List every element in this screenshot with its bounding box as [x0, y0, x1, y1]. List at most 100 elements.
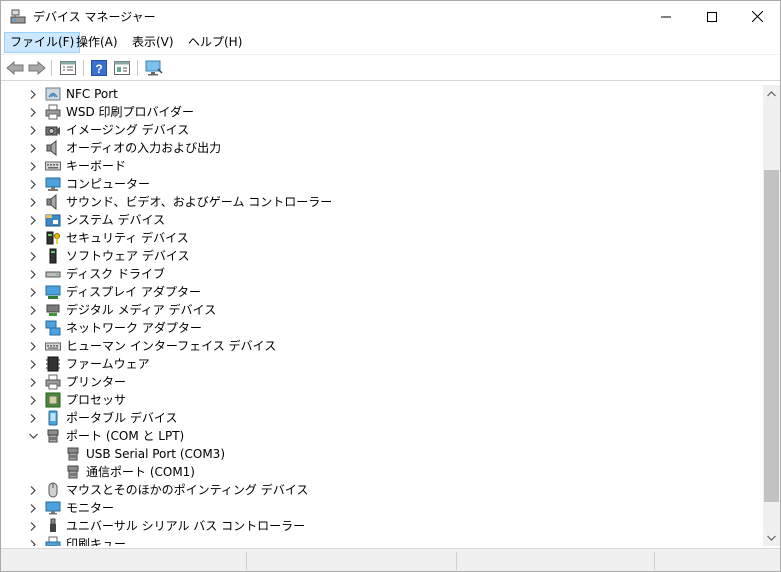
scroll-thumb[interactable]	[764, 170, 779, 502]
tree-category-row[interactable]: イメージング デバイス	[2, 121, 763, 139]
tree-item-label: キーボード	[66, 159, 127, 173]
collapsed-chevron-icon[interactable]	[27, 303, 39, 317]
menu-view[interactable]: 表示(V)	[127, 32, 179, 53]
tree-category-row[interactable]: マウスとそのほかのポインティング デバイス	[2, 481, 763, 499]
firmware-chip-icon	[46, 356, 60, 372]
collapsed-chevron-icon[interactable]	[27, 249, 39, 263]
printer-icon	[45, 374, 61, 390]
collapsed-chevron-icon[interactable]	[27, 501, 39, 515]
scan-hardware-button[interactable]	[143, 58, 165, 78]
tree-category-row[interactable]: キーボード	[2, 157, 763, 175]
status-bar	[1, 548, 780, 571]
back-button[interactable]	[4, 58, 26, 78]
tree-category-row[interactable]: ディスク ドライブ	[2, 265, 763, 283]
menu-bar: ファイル(F) 操作(A) 表示(V) ヘルプ(H)	[1, 32, 780, 54]
menu-help[interactable]: ヘルプ(H)	[183, 32, 247, 53]
help-button[interactable]: ?	[88, 58, 110, 78]
collapsed-chevron-icon[interactable]	[27, 87, 39, 101]
tree-category-row[interactable]: ポータブル デバイス	[2, 409, 763, 427]
network-adapter-icon	[45, 320, 61, 336]
tree-category-row[interactable]: デジタル メディア デバイス	[2, 301, 763, 319]
monitor-icon	[45, 501, 61, 515]
tree-item-label: ユニバーサル シリアル バス コントローラー	[66, 519, 306, 533]
tree-category-row[interactable]: サウンド、ビデオ、およびゲーム コントローラー	[2, 193, 763, 211]
tree-category-row[interactable]: ヒューマン インターフェイス デバイス	[2, 337, 763, 355]
collapsed-chevron-icon[interactable]	[27, 483, 39, 497]
device-tree[interactable]: NFC Port WSD 印刷プロバイダーイメージング デバイス オーディオの入力お…	[2, 85, 763, 546]
collapsed-chevron-icon[interactable]	[27, 213, 39, 227]
tree-child-row[interactable]: USB Serial Port (COM3)	[2, 445, 763, 463]
collapsed-chevron-icon[interactable]	[27, 231, 39, 245]
speaker-icon	[46, 140, 57, 156]
collapsed-chevron-icon[interactable]	[27, 375, 39, 389]
collapsed-chevron-icon[interactable]	[27, 177, 39, 191]
collapsed-chevron-icon[interactable]	[27, 105, 39, 119]
scroll-down-button[interactable]	[763, 529, 780, 546]
help-icon: ?	[91, 60, 107, 76]
tree-category-row[interactable]: モニター	[2, 499, 763, 517]
forward-icon	[28, 61, 46, 75]
collapsed-chevron-icon[interactable]	[27, 159, 39, 173]
tree-item-label: デジタル メディア デバイス	[66, 303, 217, 317]
tree-category-row[interactable]: ネットワーク アダプター	[2, 319, 763, 337]
menu-file[interactable]: ファイル(F)	[4, 32, 81, 53]
tree-category-row[interactable]: オーディオの入力および出力	[2, 139, 763, 157]
usb-icon	[50, 518, 56, 532]
portable-device-icon	[48, 410, 58, 426]
maximize-button[interactable]	[689, 1, 735, 32]
tree-category-row[interactable]: 印刷キュー	[2, 535, 763, 546]
close-button[interactable]	[734, 1, 780, 32]
tree-item-label: ソフトウェア デバイス	[66, 249, 190, 263]
view-button[interactable]	[111, 58, 133, 78]
tree-item-label: プロセッサ	[66, 393, 127, 407]
tree-category-row[interactable]: コンピューター	[2, 175, 763, 193]
tree-item-label: ディスプレイ アダプター	[66, 285, 201, 299]
tree-category-row[interactable]: ポート (COM と LPT)	[2, 427, 763, 445]
minimize-button[interactable]	[643, 1, 689, 32]
collapsed-chevron-icon[interactable]	[27, 141, 39, 155]
tree-category-row[interactable]: WSD 印刷プロバイダー	[2, 103, 763, 121]
port-icon	[67, 465, 79, 479]
tree-category-row[interactable]: NFC Port	[2, 85, 763, 103]
port-icon	[67, 447, 79, 461]
scan-hardware-icon	[145, 60, 163, 76]
tree-item-label: WSD 印刷プロバイダー	[66, 105, 195, 119]
collapsed-chevron-icon[interactable]	[27, 393, 39, 407]
svg-text:?: ?	[95, 62, 102, 76]
collapsed-chevron-icon[interactable]	[27, 519, 39, 533]
collapsed-chevron-icon[interactable]	[27, 339, 39, 353]
scroll-up-button[interactable]	[763, 85, 780, 102]
collapsed-chevron-icon[interactable]	[27, 537, 39, 546]
close-icon	[751, 11, 763, 22]
status-pane	[246, 552, 247, 570]
tree-category-row[interactable]: ユニバーサル シリアル バス コントローラー	[2, 517, 763, 535]
properties-button[interactable]	[57, 58, 79, 78]
forward-button[interactable]	[26, 58, 48, 78]
collapsed-chevron-icon[interactable]	[27, 267, 39, 281]
menu-action[interactable]: 操作(A)	[71, 32, 123, 53]
collapsed-chevron-icon[interactable]	[27, 285, 39, 299]
tree-category-row[interactable]: セキュリティ デバイス	[2, 229, 763, 247]
title-bar[interactable]: デバイス マネージャー	[1, 1, 780, 32]
tree-child-row[interactable]: 通信ポート (COM1)	[2, 463, 763, 481]
tree-category-row[interactable]: ソフトウェア デバイス	[2, 247, 763, 265]
disk-drive-icon	[45, 271, 61, 278]
tree-category-row[interactable]: ファームウェア	[2, 355, 763, 373]
tree-category-row[interactable]: システム デバイス	[2, 211, 763, 229]
collapsed-chevron-icon[interactable]	[27, 195, 39, 209]
device-manager-window: デバイス マネージャー ファイル(F) 操作(A) 表示(V) ヘルプ(H) ?	[0, 0, 781, 572]
tree-item-label: ヒューマン インターフェイス デバイス	[66, 339, 277, 353]
hid-icon	[45, 342, 61, 351]
collapsed-chevron-icon[interactable]	[27, 321, 39, 335]
collapsed-chevron-icon[interactable]	[27, 411, 39, 425]
expanded-chevron-icon[interactable]	[27, 429, 39, 443]
collapsed-chevron-icon[interactable]	[27, 357, 39, 371]
vertical-scrollbar[interactable]	[763, 85, 780, 546]
tree-category-row[interactable]: ディスプレイ アダプター	[2, 283, 763, 301]
tree-item-label: USB Serial Port (COM3)	[86, 447, 225, 461]
tree-category-row[interactable]: プロセッサ	[2, 391, 763, 409]
tree-item-label: ポート (COM と LPT)	[66, 429, 185, 443]
collapsed-chevron-icon[interactable]	[27, 123, 39, 137]
tree-category-row[interactable]: プリンター	[2, 373, 763, 391]
tree-item-label: 通信ポート (COM1)	[86, 465, 195, 479]
